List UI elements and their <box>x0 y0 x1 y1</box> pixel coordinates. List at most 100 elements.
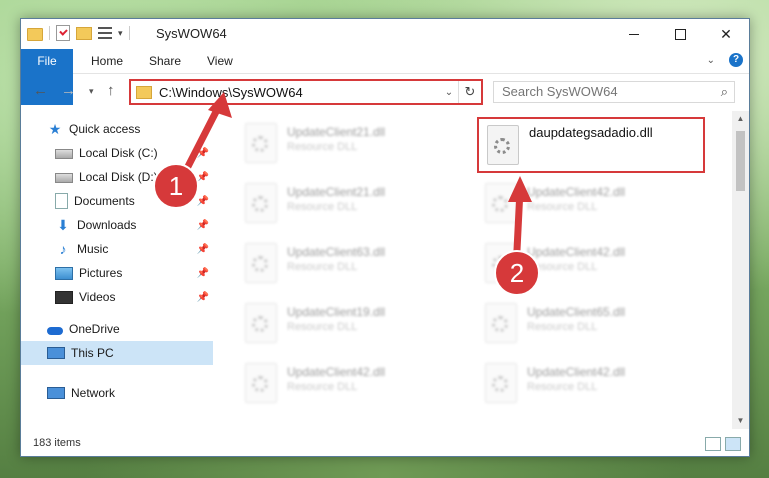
large-icons-view-icon[interactable] <box>725 437 741 451</box>
new-folder-icon[interactable] <box>76 26 92 40</box>
star-icon: ★ <box>48 121 62 137</box>
customize-toolbar-icon[interactable] <box>98 27 112 39</box>
scroll-up-icon[interactable]: ▲ <box>732 111 749 127</box>
file-type: Resource DLL <box>287 201 358 213</box>
file-type: Resource DLL <box>287 381 358 393</box>
file-type: Resource DLL <box>527 381 598 393</box>
minimize-icon <box>629 33 639 35</box>
pin-icon[interactable]: 📌 <box>197 244 209 255</box>
dll-file-icon <box>485 183 517 223</box>
dll-file-icon <box>245 303 277 343</box>
maximize-icon <box>674 28 686 40</box>
sidebar-item-local-disk-d[interactable]: Local Disk (D:) 📌 <box>21 165 213 189</box>
file-name: UpdateClient63.dll <box>287 245 386 259</box>
address-bar[interactable]: C:\Windows\SysWOW64 ⌄ ↻ <box>129 79 483 105</box>
pin-icon[interactable]: 📌 <box>197 148 209 159</box>
back-arrow-icon[interactable]: ← <box>33 82 48 99</box>
pin-icon[interactable]: 📌 <box>197 220 209 231</box>
vertical-scrollbar[interactable]: ▲ ▼ <box>732 111 749 429</box>
file-list: UpdateClient21.dll Resource DLL UpdateCl… <box>229 111 731 431</box>
file-type: Resource DLL <box>527 201 598 213</box>
file-type: Resource DLL <box>527 261 598 273</box>
ribbon-tabs: File Home Share View ⌄ ? <box>21 49 749 105</box>
list-item[interactable]: UpdateClient42.dll Resource DLL <box>477 177 705 233</box>
dll-file-icon <box>245 243 277 283</box>
sidebar-item-documents[interactable]: Documents 📌 <box>21 189 213 213</box>
sidebar-item-local-disk-c[interactable]: Local Disk (C:) 📌 <box>21 141 213 165</box>
sidebar-item-label: Downloads <box>77 218 137 232</box>
list-item[interactable]: UpdateClient42.dll Resource DLL <box>477 357 705 413</box>
properties-icon[interactable] <box>56 25 70 41</box>
onedrive-icon <box>47 327 63 335</box>
list-item[interactable]: UpdateClient42.dll Resource DLL <box>477 237 705 293</box>
sidebar-item-this-pc[interactable]: This PC <box>21 341 213 365</box>
list-item[interactable]: UpdateClient19.dll Resource DLL <box>237 297 465 353</box>
tab-view[interactable]: View <box>207 49 233 73</box>
sidebar-item-quick-access[interactable]: ★ Quick access <box>21 117 213 141</box>
sidebar-item-pictures[interactable]: Pictures 📌 <box>21 261 213 285</box>
refresh-icon[interactable]: ↻ <box>458 81 481 103</box>
dll-file-icon <box>485 303 517 343</box>
help-button[interactable]: ? <box>729 53 743 67</box>
dll-file-icon <box>245 363 277 403</box>
scroll-down-icon[interactable]: ▼ <box>732 413 749 429</box>
search-icon[interactable]: ⌕ <box>721 84 728 100</box>
sidebar-item-label: This PC <box>71 346 114 360</box>
expand-ribbon-icon[interactable]: ⌄ <box>707 55 715 66</box>
minimize-button[interactable] <box>611 19 657 49</box>
sidebar-item-label: Local Disk (D:) <box>79 170 158 184</box>
sidebar-item-label: Pictures <box>79 266 123 280</box>
sidebar-item-label: Documents <box>74 194 135 208</box>
close-button[interactable]: ✕ <box>703 19 749 49</box>
file-name: daupdategsadadio.dll <box>529 125 653 140</box>
pin-icon[interactable]: 📌 <box>197 196 209 207</box>
title-bar: ▾ SysWOW64 ✕ <box>21 19 749 49</box>
chevron-down-icon[interactable]: ⌄ <box>440 87 458 98</box>
explorer-window: ▾ SysWOW64 ✕ File Home Share View ⌄ ? ← … <box>20 18 750 457</box>
list-item[interactable]: UpdateClient21.dll Resource DLL <box>237 177 465 233</box>
list-item[interactable]: UpdateClient65.dll Resource DLL <box>477 297 705 353</box>
sidebar-item-network[interactable]: Network <box>21 381 213 405</box>
tab-home[interactable]: Home <box>91 49 123 73</box>
list-item[interactable]: UpdateClient21.dll Resource DLL <box>237 117 465 173</box>
music-icon: ♪ <box>59 241 67 257</box>
recent-locations-chevron-icon[interactable]: ▾ <box>89 86 94 97</box>
sidebar-item-videos[interactable]: Videos 📌 <box>21 285 213 309</box>
disk-icon <box>55 173 73 183</box>
address-path[interactable]: C:\Windows\SysWOW64 <box>159 85 440 100</box>
view-switcher <box>705 437 741 451</box>
file-name: UpdateClient21.dll <box>287 125 386 139</box>
target-dll-file[interactable]: daupdategsadadio.dll <box>477 117 705 173</box>
file-name: UpdateClient19.dll <box>287 305 386 319</box>
search-box[interactable]: ⌕ <box>493 81 735 103</box>
sidebar-item-music[interactable]: ♪ Music 📌 <box>21 237 213 261</box>
tab-share[interactable]: Share <box>149 49 181 73</box>
chevron-down-icon[interactable]: ▾ <box>118 28 123 39</box>
list-item[interactable]: UpdateClient63.dll Resource DLL <box>237 237 465 293</box>
list-item[interactable]: UpdateClient42.dll Resource DLL <box>237 357 465 413</box>
pin-icon[interactable]: 📌 <box>197 268 209 279</box>
maximize-button[interactable] <box>657 19 703 49</box>
status-bar: 183 items <box>21 432 749 456</box>
pin-icon[interactable]: 📌 <box>197 292 209 303</box>
up-arrow-icon[interactable]: ↑ <box>107 82 115 99</box>
sidebar-item-label: Quick access <box>69 122 141 136</box>
file-name: UpdateClient42.dll <box>527 245 626 259</box>
forward-arrow-icon[interactable]: → <box>61 82 76 99</box>
pin-icon[interactable]: 📌 <box>197 172 209 183</box>
sidebar-item-label: Music <box>77 242 109 256</box>
scrollbar-thumb[interactable] <box>736 131 745 191</box>
dll-file-icon <box>485 243 517 283</box>
details-view-icon[interactable] <box>705 437 721 451</box>
downloads-icon: ⬇ <box>57 217 69 233</box>
sidebar-item-label: Videos <box>79 290 116 304</box>
file-type: Resource DLL <box>287 141 358 153</box>
search-input[interactable] <box>494 82 710 100</box>
file-name: UpdateClient42.dll <box>287 365 386 379</box>
disk-icon <box>55 149 73 159</box>
sidebar-item-downloads[interactable]: ⬇ Downloads 📌 <box>21 213 213 237</box>
file-name: UpdateClient65.dll <box>527 305 626 319</box>
dll-file-icon <box>245 183 277 223</box>
sidebar-item-onedrive[interactable]: OneDrive <box>21 317 213 341</box>
file-type: Resource DLL <box>287 261 358 273</box>
